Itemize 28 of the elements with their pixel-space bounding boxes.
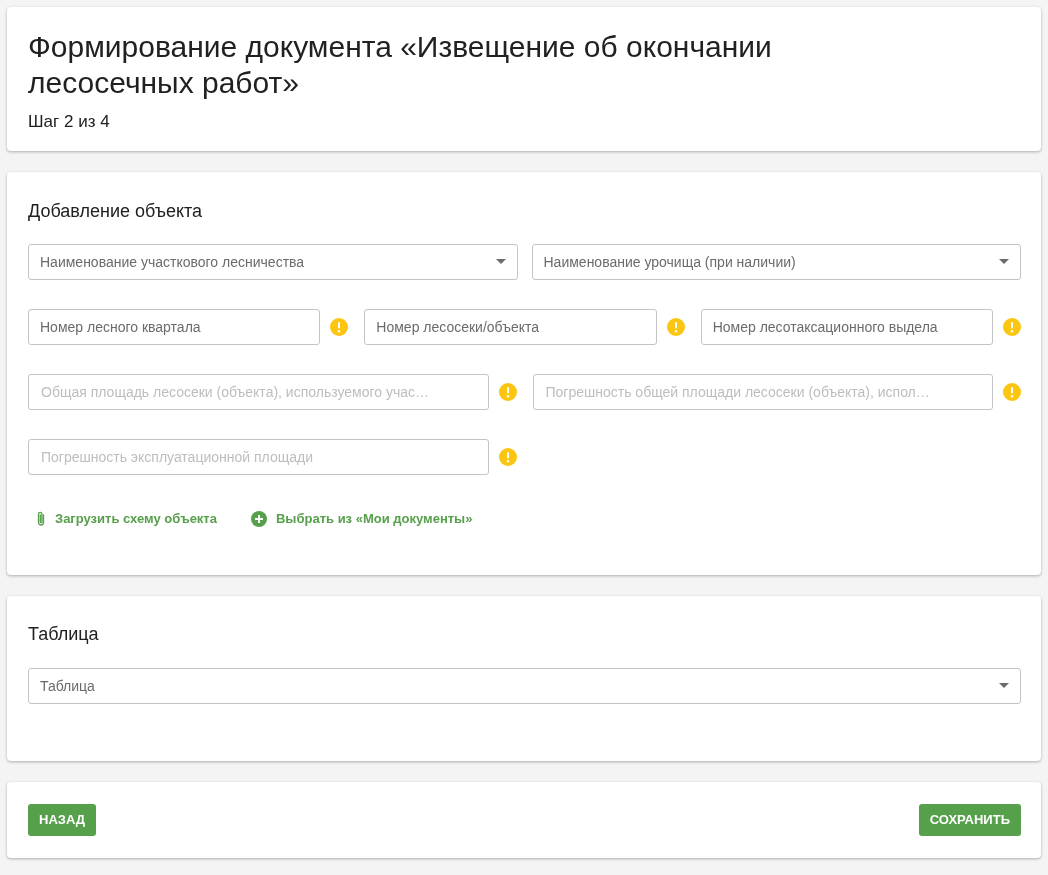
field-label: Наименование участкового лесничества xyxy=(40,253,305,272)
field-label: Номер лесотаксационного выдела xyxy=(712,318,938,337)
back-button[interactable]: НАЗАД xyxy=(28,804,97,836)
input-field[interactable]: Погрешность общей площади лесосеки (объекта), испол… xyxy=(532,374,993,410)
choose-link[interactable]: Выбрать из «Мои документы» xyxy=(250,509,473,529)
paperclip-icon xyxy=(36,510,46,527)
input-field[interactable] xyxy=(364,309,657,345)
page-title: Формирование документа «Извещение об окончании лесосечных работ» xyxy=(28,29,773,101)
input-field[interactable] xyxy=(28,309,321,345)
input-field[interactable]: Погрешность эксплуатационной площади xyxy=(28,439,489,475)
field-label: Таблица xyxy=(40,677,95,696)
input-field[interactable]: Общая площадь лесосеки (объекта), используемого учас… xyxy=(28,374,489,410)
step-indicator: Шаг 2 из 4 xyxy=(28,111,111,133)
dropdown-caret-icon xyxy=(999,259,1009,264)
dropdown-field[interactable] xyxy=(531,244,1021,280)
section-title: Таблица xyxy=(28,623,100,646)
upload-link[interactable]: Загрузить схему объекта xyxy=(36,509,217,529)
dropdown-caret-icon xyxy=(495,259,506,264)
dropdown-field[interactable] xyxy=(28,244,518,280)
field-label: Номер лесного квартала xyxy=(40,318,201,337)
input-field[interactable] xyxy=(700,309,993,345)
add-icon xyxy=(250,510,267,527)
dropdown-field[interactable] xyxy=(28,668,1021,704)
field-label: Наименование урочища (при наличии) xyxy=(543,253,796,272)
dropdown-caret-icon xyxy=(999,683,1009,688)
section-title: Добавление объекта xyxy=(28,200,204,223)
save-button[interactable]: СОХРАНИТЬ xyxy=(918,804,1021,836)
field-label: Номер лесосеки/объекта xyxy=(376,318,540,337)
